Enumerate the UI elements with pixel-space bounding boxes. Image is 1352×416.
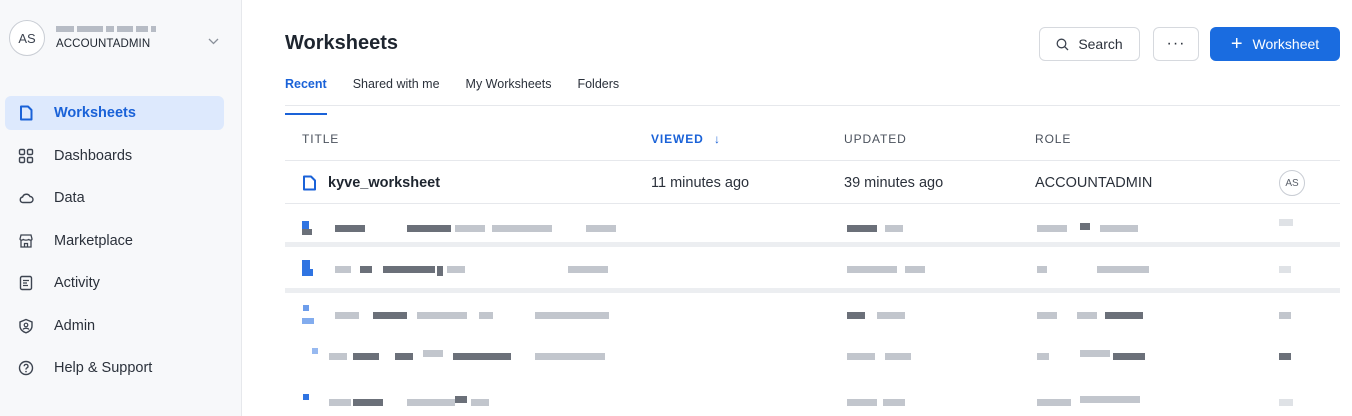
updated-time: 39 minutes ago [844, 175, 944, 191]
sidebar-item-label: Admin [54, 317, 96, 334]
table-header: TITLE VIEWED ↓ UPDATED ROLE [285, 124, 1340, 160]
worksheet-icon [302, 175, 317, 191]
sidebar-item-dashboards[interactable]: Dashboards [5, 139, 224, 173]
sidebar-item-help-support[interactable]: Help & Support [5, 351, 224, 385]
chevron-down-icon[interactable] [208, 34, 219, 48]
owner-avatar: AS [1279, 170, 1305, 196]
sidebar: AS ACCOUNTADMIN Worksheets Dashboards Da… [0, 0, 242, 416]
worksheet-icon [18, 105, 34, 121]
search-icon [1056, 38, 1069, 51]
redacted-row[interactable] [285, 380, 1340, 416]
page-title: Worksheets [285, 32, 399, 54]
column-role[interactable]: ROLE [1035, 132, 1071, 146]
worksheet-title[interactable]: kyve_worksheet [302, 175, 440, 191]
sidebar-item-marketplace[interactable]: Marketplace [5, 224, 224, 258]
activity-document-icon [18, 275, 34, 291]
column-title[interactable]: TITLE [302, 132, 339, 146]
ellipsis-icon: ··· [1166, 35, 1186, 52]
column-viewed[interactable]: VIEWED ↓ [651, 132, 721, 146]
storefront-icon [18, 233, 34, 249]
tab-my-worksheets[interactable]: My Worksheets [466, 77, 552, 106]
account-name-redacted [56, 24, 156, 34]
tab-shared-with-me[interactable]: Shared with me [353, 77, 440, 106]
search-button-label: Search [1078, 36, 1123, 52]
shield-admin-icon [18, 318, 34, 334]
help-circle-icon [18, 360, 34, 376]
column-updated[interactable]: UPDATED [844, 132, 907, 146]
sidebar-item-admin[interactable]: Admin [5, 309, 224, 343]
row-separator [285, 242, 1340, 247]
new-worksheet-button[interactable]: + Worksheet [1210, 27, 1340, 61]
sidebar-item-worksheets[interactable]: Worksheets [5, 96, 224, 130]
new-worksheet-label: Worksheet [1252, 36, 1320, 52]
viewed-time: 11 minutes ago [651, 175, 750, 191]
sidebar-item-label: Dashboards [54, 147, 133, 164]
redacted-row[interactable] [285, 293, 1340, 336]
sidebar-item-label: Activity [54, 275, 100, 291]
sidebar-item-label: Marketplace [54, 232, 133, 249]
cloud-icon [18, 190, 34, 206]
row-role: ACCOUNTADMIN [1035, 175, 1153, 191]
tab-folders[interactable]: Folders [577, 77, 619, 106]
worksheet-tabs: Recent Shared with me My Worksheets Fold… [285, 77, 645, 115]
sidebar-nav: Worksheets Dashboards Data Marketplace A… [5, 96, 224, 394]
table-row[interactable]: kyve_worksheet 11 minutes ago 39 minutes… [285, 161, 1340, 204]
account-avatar: AS [9, 20, 45, 56]
sidebar-item-label: Worksheets [54, 105, 136, 121]
more-options-button[interactable]: ··· [1153, 27, 1199, 61]
sort-down-arrow-icon: ↓ [713, 132, 721, 146]
account-switcher[interactable]: AS ACCOUNTADMIN [9, 20, 231, 66]
account-role: ACCOUNTADMIN [56, 38, 151, 50]
sidebar-item-data[interactable]: Data [5, 181, 224, 215]
search-button[interactable]: Search [1039, 27, 1140, 61]
sidebar-item-activity[interactable]: Activity [5, 266, 224, 300]
plus-icon: + [1230, 33, 1243, 55]
redacted-row[interactable] [285, 336, 1340, 379]
tabs-divider [285, 105, 1340, 106]
tab-recent[interactable]: Recent [285, 77, 327, 115]
sidebar-item-label: Data [54, 190, 85, 206]
dashboard-grid-icon [18, 148, 34, 164]
redacted-row[interactable] [285, 248, 1340, 291]
sidebar-item-label: Help & Support [54, 360, 153, 376]
main-content: Worksheets Search ··· + Worksheet Recent… [243, 0, 1352, 416]
